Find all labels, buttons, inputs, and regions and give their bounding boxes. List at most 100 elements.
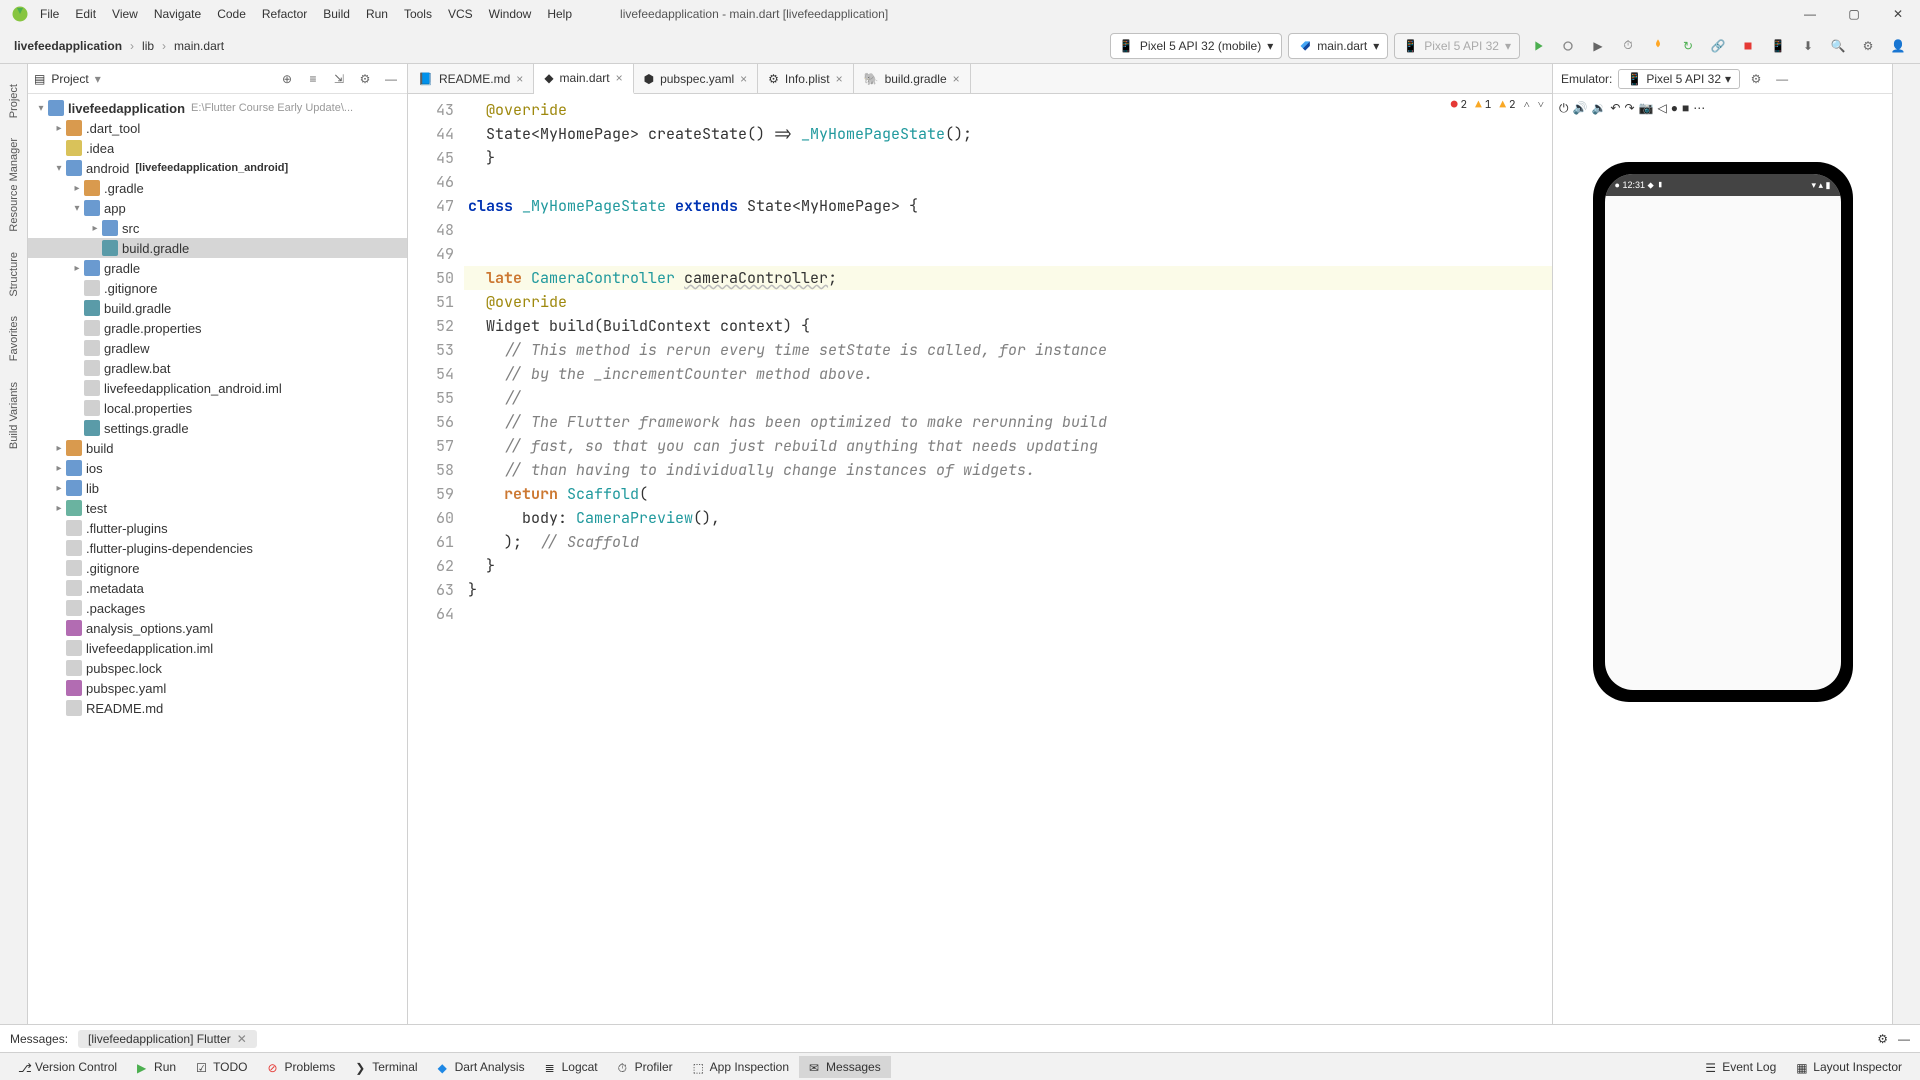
tree-gradle-hidden[interactable]: ▸.gradle: [28, 178, 407, 198]
tree-test[interactable]: ▸test: [28, 498, 407, 518]
rotate-right-icon[interactable]: ↷: [1624, 101, 1634, 115]
tree-flutter-plugins-deps[interactable]: .flutter-plugins-dependencies: [28, 538, 407, 558]
tool-project[interactable]: Project: [8, 84, 20, 118]
stop-button[interactable]: [1736, 34, 1760, 58]
code-line-63[interactable]: }: [464, 578, 1552, 602]
tree-app[interactable]: ▾app: [28, 198, 407, 218]
emulator-settings-icon[interactable]: ⚙: [1746, 69, 1766, 89]
tree-app-iml[interactable]: livefeedapplication.iml: [28, 638, 407, 658]
tool-todo[interactable]: ☑TODO: [186, 1056, 257, 1078]
tree-ios[interactable]: ▸ios: [28, 458, 407, 478]
close-button[interactable]: ✕: [1884, 7, 1912, 21]
account-icon[interactable]: 👤: [1886, 34, 1910, 58]
breadcrumb-lib[interactable]: lib: [138, 37, 158, 55]
tool-dart-analysis[interactable]: ◆Dart Analysis: [428, 1056, 535, 1078]
tree-metadata[interactable]: .metadata: [28, 578, 407, 598]
code-line-49[interactable]: [464, 242, 1552, 266]
inspection-widget[interactable]: ●2 ▲1 ▲2 ˄ ˅: [1451, 98, 1544, 112]
tool-profiler[interactable]: ⏱Profiler: [608, 1056, 683, 1078]
emulator-minimize-icon[interactable]: ―: [1772, 69, 1792, 89]
tree-flutter-plugins[interactable]: .flutter-plugins: [28, 518, 407, 538]
menu-build[interactable]: Build: [315, 3, 358, 25]
tab-Info-plist[interactable]: ⚙Info.plist×: [758, 64, 853, 93]
close-messages-icon[interactable]: ✕: [237, 1032, 247, 1046]
tree-pubspec[interactable]: pubspec.yaml: [28, 678, 407, 698]
tree-src[interactable]: ▸src: [28, 218, 407, 238]
code-body[interactable]: ●2 ▲1 ▲2 ˄ ˅ @override State<MyHomePage>…: [464, 94, 1552, 1024]
tree-settings-gradle[interactable]: settings.gradle: [28, 418, 407, 438]
tab-README-md[interactable]: 📘README.md×: [408, 64, 534, 93]
run-config-selector[interactable]: main.dart▾: [1288, 33, 1388, 59]
menu-tools[interactable]: Tools: [396, 3, 440, 25]
menu-run[interactable]: Run: [358, 3, 396, 25]
tree-idea[interactable]: .idea: [28, 138, 407, 158]
code-line-61[interactable]: ); // Scaffold: [464, 530, 1552, 554]
tab-pubspec-yaml[interactable]: ⬢pubspec.yaml×: [634, 64, 759, 93]
tool-event-log[interactable]: ☰Event Log: [1695, 1056, 1786, 1078]
tree-android[interactable]: ▾android[livefeedapplication_android]: [28, 158, 407, 178]
tool-favorites[interactable]: Favorites: [8, 316, 20, 361]
code-line-54[interactable]: // by the _incrementCounter method above…: [464, 362, 1552, 386]
close-tab-icon[interactable]: ×: [516, 72, 523, 86]
device-selector[interactable]: 📱 Pixel 5 API 32 (mobile)▾: [1110, 33, 1282, 59]
code-editor[interactable]: 4344454647484950515253545556575859606162…: [408, 94, 1552, 1024]
attach-button[interactable]: 🔗: [1706, 34, 1730, 58]
tree-android-iml[interactable]: livefeedapplication_android.iml: [28, 378, 407, 398]
more-icon[interactable]: ⋯: [1693, 101, 1705, 115]
prev-highlight-icon[interactable]: ˄: [1524, 98, 1530, 112]
tool-app-inspection[interactable]: ⬚App Inspection: [683, 1056, 799, 1078]
tab-main-dart[interactable]: ◆main.dart×: [534, 64, 633, 94]
select-opened-file-icon[interactable]: ⊕: [277, 69, 297, 89]
volume-down-icon[interactable]: 🔉: [1591, 101, 1606, 115]
expand-all-icon[interactable]: ≡: [303, 69, 323, 89]
tree-gradlew-bat[interactable]: gradlew.bat: [28, 358, 407, 378]
home-icon[interactable]: ●: [1671, 101, 1678, 115]
code-line-57[interactable]: // fast, so that you can just rebuild an…: [464, 434, 1552, 458]
menu-edit[interactable]: Edit: [67, 3, 104, 25]
debug-button[interactable]: [1556, 34, 1580, 58]
back-icon[interactable]: ◁: [1657, 101, 1666, 115]
code-line-53[interactable]: // This method is rerun every time setSt…: [464, 338, 1552, 362]
menu-window[interactable]: Window: [481, 3, 540, 25]
menu-code[interactable]: Code: [209, 3, 254, 25]
tree-build-gradle-app[interactable]: build.gradle: [28, 238, 407, 258]
tree-build[interactable]: ▸build: [28, 438, 407, 458]
tree-pubspec-lock[interactable]: pubspec.lock: [28, 658, 407, 678]
power-icon[interactable]: ⏻: [1559, 101, 1569, 116]
code-line-64[interactable]: [464, 602, 1552, 626]
tool-terminal[interactable]: ❯Terminal: [345, 1056, 427, 1078]
code-line-55[interactable]: //: [464, 386, 1552, 410]
next-highlight-icon[interactable]: ˅: [1538, 98, 1544, 112]
hide-panel-icon[interactable]: ―: [381, 69, 401, 89]
settings-button[interactable]: ⚙: [1856, 34, 1880, 58]
profile-button[interactable]: ⏱: [1616, 34, 1640, 58]
close-tab-icon[interactable]: ×: [616, 71, 623, 85]
code-line-52[interactable]: Widget build(BuildContext context) {: [464, 314, 1552, 338]
tool-messages[interactable]: ✉Messages: [799, 1056, 891, 1078]
maximize-button[interactable]: ▢: [1840, 7, 1868, 21]
tool-resource-manager[interactable]: Resource Manager: [8, 138, 20, 232]
tab-build-gradle[interactable]: 🐘build.gradle×: [854, 64, 971, 93]
tree-gradlew[interactable]: gradlew: [28, 338, 407, 358]
tool-layout-inspector[interactable]: ▦Layout Inspector: [1786, 1056, 1912, 1078]
tree-local-props[interactable]: local.properties: [28, 398, 407, 418]
code-line-48[interactable]: [464, 218, 1552, 242]
collapse-all-icon[interactable]: ⇲: [329, 69, 349, 89]
tree-gitignore-root[interactable]: .gitignore: [28, 558, 407, 578]
code-line-43[interactable]: @override: [464, 98, 1552, 122]
avd-manager-button[interactable]: 📱: [1766, 34, 1790, 58]
rotate-left-icon[interactable]: ↶: [1610, 101, 1620, 115]
menu-refactor[interactable]: Refactor: [254, 3, 315, 25]
code-line-44[interactable]: State<MyHomePage> createState() => _MyHo…: [464, 122, 1552, 146]
tool-version-control[interactable]: ⎇Version Control: [8, 1056, 127, 1078]
overview-icon[interactable]: ■: [1682, 101, 1689, 115]
coverage-button[interactable]: ▶: [1586, 34, 1610, 58]
code-line-45[interactable]: }: [464, 146, 1552, 170]
menu-help[interactable]: Help: [539, 3, 580, 25]
tree-lib[interactable]: ▸lib: [28, 478, 407, 498]
tool-structure[interactable]: Structure: [8, 252, 20, 297]
panel-settings-icon[interactable]: ⚙: [355, 69, 375, 89]
tree-packages[interactable]: .packages: [28, 598, 407, 618]
messages-hide-icon[interactable]: ―: [1898, 1032, 1910, 1046]
messages-settings-icon[interactable]: ⚙: [1877, 1032, 1888, 1046]
